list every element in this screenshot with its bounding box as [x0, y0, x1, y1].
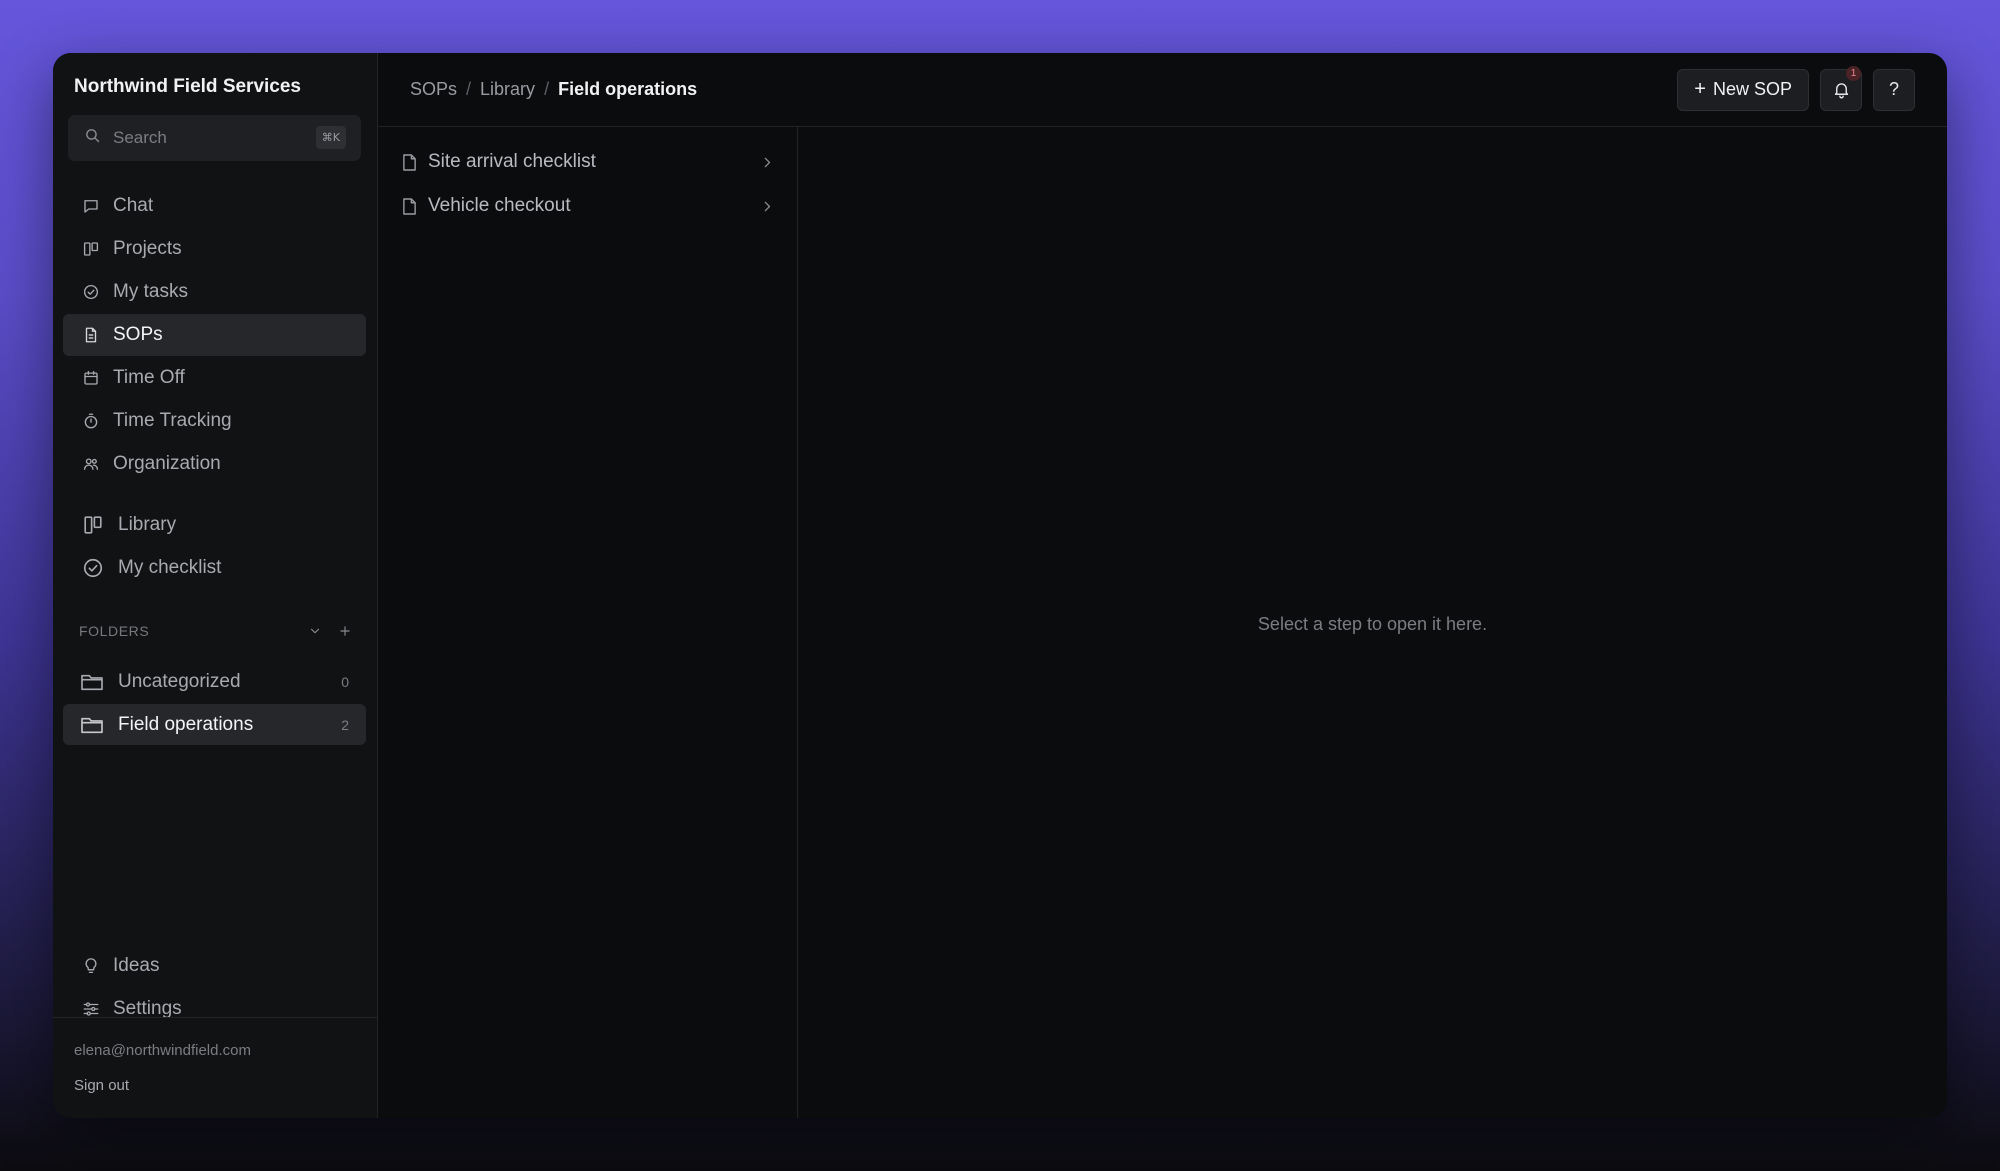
- document-icon: [402, 153, 418, 171]
- sidebar-item-sops[interactable]: SOPs: [63, 314, 366, 356]
- bell-icon: [1834, 83, 1848, 99]
- sidebar-item-label: Organization: [113, 453, 221, 474]
- brand-name: Northwind Field Services: [74, 76, 301, 97]
- check-circle-icon: [82, 557, 104, 579]
- search-box[interactable]: ⌘K: [68, 115, 361, 161]
- columns-icon: [82, 514, 104, 536]
- sidebar-item-label: Ideas: [113, 955, 160, 976]
- sign-out-link[interactable]: Sign out: [74, 1077, 377, 1094]
- sidebar-item-projects[interactable]: Projects: [63, 228, 366, 270]
- top-actions: + New SOP 1 ?: [1677, 65, 1915, 111]
- folder-item-field-operations[interactable]: Field operations 2: [63, 704, 366, 745]
- plus-icon: +: [1694, 78, 1706, 100]
- sidebar-item-label: Time Off: [113, 367, 185, 388]
- sidebar-item-organization[interactable]: Organization: [63, 443, 366, 485]
- help-icon: ?: [1888, 79, 1899, 99]
- sliders-icon: [82, 1000, 100, 1018]
- sidebar-item-label: Chat: [113, 195, 154, 216]
- folder-label: Uncategorized: [118, 670, 241, 692]
- sidebar-item-label: SOPs: [113, 324, 163, 345]
- stopwatch-icon: [82, 412, 100, 430]
- breadcrumb-separator: /: [466, 79, 472, 99]
- breadcrumb-library[interactable]: Library: [480, 79, 535, 100]
- empty-state-message: Select a step to open it here.: [1257, 614, 1488, 634]
- sidebar-item-label: Time Tracking: [113, 410, 232, 431]
- content-area: Site arrival checklist Vehicle checkout: [378, 127, 1947, 1118]
- chevron-right-icon: [762, 155, 774, 169]
- sidebar-item-ideas[interactable]: Ideas: [63, 945, 366, 987]
- search-icon: [84, 127, 101, 149]
- folder-count: 0: [341, 673, 349, 690]
- folder-icon: [80, 671, 104, 693]
- folder-count: 2: [341, 716, 349, 733]
- app-window: Northwind Field Services ⌘K Chat Project…: [53, 53, 1947, 1118]
- new-sop-button[interactable]: + New SOP: [1677, 68, 1809, 111]
- folder-label: Field operations: [118, 713, 254, 735]
- chevron-down-icon: [310, 628, 320, 634]
- folder-list: Uncategorized 0 Field operations 2: [53, 661, 377, 747]
- breadcrumb-separator: /: [544, 79, 550, 99]
- sop-item-label: Vehicle checkout: [428, 195, 571, 216]
- breadcrumb-current: Field operations: [558, 79, 698, 99]
- sidebar-item-label: Library: [118, 514, 177, 535]
- plus-icon: [340, 626, 350, 636]
- document-icon: [82, 326, 100, 344]
- library-nav: Library My checklist: [53, 504, 377, 590]
- chat-icon: [82, 197, 100, 215]
- sidebar-item-library[interactable]: Library: [63, 504, 366, 546]
- sidebar: Northwind Field Services ⌘K Chat Project…: [53, 53, 378, 1118]
- folders-heading: FOLDERS: [79, 623, 150, 639]
- folder-icon: [80, 714, 104, 736]
- sidebar-item-label: My checklist: [118, 557, 222, 578]
- sidebar-item-chat[interactable]: Chat: [63, 185, 366, 227]
- new-sop-label: New SOP: [1712, 79, 1792, 99]
- help-button[interactable]: ?: [1873, 68, 1915, 111]
- sop-item-label: Site arrival checklist: [428, 151, 596, 172]
- search-input[interactable]: [113, 128, 293, 148]
- sidebar-item-time-tracking[interactable]: Time Tracking: [63, 400, 366, 442]
- notifications-button[interactable]: 1: [1820, 65, 1862, 111]
- sidebar-item-my-checklist[interactable]: My checklist: [63, 547, 366, 589]
- detail-pane: Select a step to open it here.: [798, 127, 1947, 1118]
- folder-item-uncategorized[interactable]: Uncategorized 0: [63, 661, 366, 702]
- sidebar-item-time-off[interactable]: Time Off: [63, 357, 366, 399]
- lightbulb-icon: [82, 957, 100, 975]
- document-icon: [402, 197, 418, 215]
- columns-icon: [82, 240, 100, 258]
- main-area: SOPs / Library / Field operations + New …: [378, 53, 1947, 1118]
- account-email: elena@northwindfield.com: [74, 1042, 251, 1059]
- notification-badge: 1: [1846, 65, 1861, 81]
- sidebar-item-label: Projects: [113, 238, 182, 259]
- check-circle-icon: [82, 283, 100, 301]
- add-folder-button[interactable]: [337, 623, 353, 639]
- people-icon: [82, 455, 100, 473]
- sidebar-item-label: My tasks: [113, 281, 188, 302]
- folders-header: FOLDERS: [53, 618, 377, 644]
- main-nav: Chat Projects My tasks SOPs Time Off Tim…: [53, 185, 377, 486]
- top-bar: SOPs / Library / Field operations + New …: [378, 53, 1947, 127]
- sop-item-vehicle-checkout[interactable]: Vehicle checkout: [378, 184, 797, 228]
- account-panel: elena@northwindfield.com Sign out: [53, 1017, 377, 1118]
- sop-item-site-arrival-checklist[interactable]: Site arrival checklist: [378, 140, 797, 184]
- breadcrumb-sops[interactable]: SOPs: [410, 79, 457, 100]
- sidebar-item-my-tasks[interactable]: My tasks: [63, 271, 366, 313]
- chevron-right-icon: [762, 199, 774, 213]
- search-shortcut: ⌘K: [315, 126, 346, 149]
- sop-list: Site arrival checklist Vehicle checkout: [378, 127, 798, 1118]
- breadcrumb: SOPs / Library / Field operations: [410, 79, 697, 100]
- collapse-folders-button[interactable]: [307, 623, 323, 639]
- calendar-icon: [82, 369, 100, 387]
